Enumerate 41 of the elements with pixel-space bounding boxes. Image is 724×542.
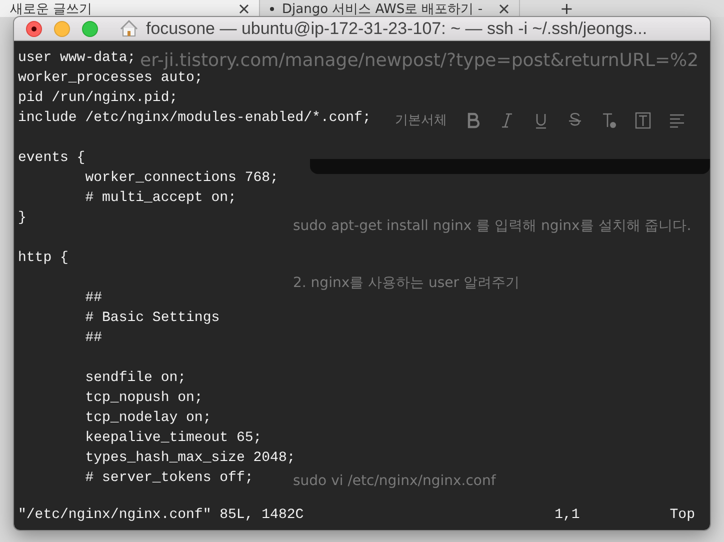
cursor-position: 1,1 bbox=[554, 506, 580, 525]
code-line: events { bbox=[18, 149, 86, 168]
close-icon[interactable] bbox=[239, 4, 249, 14]
code-line: ## bbox=[84, 289, 102, 308]
window-title: focusone — ubuntu@ip-172-31-23-107: ~ — ssh -i ~/.ssh/jeongs... bbox=[146, 18, 648, 38]
zoom-button[interactable] bbox=[82, 20, 98, 36]
status-message: "/etc/nginx/nginx.conf" 85L, 1482C bbox=[18, 506, 305, 525]
code-line: # server_tokens off; bbox=[84, 469, 254, 488]
code-line: # Basic Settings bbox=[84, 309, 220, 328]
code-line: sendfile on; bbox=[84, 369, 186, 388]
close-button[interactable] bbox=[26, 20, 42, 36]
underline-icon[interactable] bbox=[533, 112, 549, 128]
code-line: user www-data; bbox=[18, 49, 136, 68]
strikethrough-icon[interactable] bbox=[567, 112, 583, 128]
code-line: http { bbox=[18, 249, 68, 268]
code-line: include /etc/nginx/modules-enabled/*.conf; bbox=[18, 109, 371, 128]
home-icon bbox=[120, 20, 138, 37]
scroll-position: Top bbox=[670, 506, 695, 525]
text-color-icon[interactable] bbox=[601, 112, 617, 128]
code-line: worker_processes auto; bbox=[18, 70, 203, 88]
italic-icon[interactable] bbox=[499, 112, 515, 128]
paragraph-text: sudo vi /etc/nginx/nginx.conf bbox=[293, 472, 496, 491]
code-line: keepalive_timeout 65; bbox=[84, 429, 262, 448]
font-dropdown[interactable]: 기본서체 bbox=[395, 111, 447, 129]
browser-tab[interactable]: 새로운 글쓰기 bbox=[0, 0, 260, 17]
code-line: types_hash_max_size 2048; bbox=[84, 449, 296, 468]
code-line: } bbox=[18, 209, 26, 228]
code-line: # multi_accept on; bbox=[84, 189, 236, 208]
code-line: ## bbox=[84, 329, 102, 348]
paragraph-text: 2. nginx를 사용하는 user 알려주기 bbox=[293, 274, 520, 293]
text-background-icon[interactable] bbox=[635, 112, 651, 128]
align-icon[interactable] bbox=[669, 112, 685, 128]
code-line: tcp_nopush on; bbox=[84, 389, 203, 408]
dot-icon bbox=[270, 6, 274, 10]
code-line: tcp_nodelay on; bbox=[84, 409, 212, 428]
paragraph-text: sudo apt-get install nginx 를 입력해 nginx를 설치해 줍니다. bbox=[293, 217, 692, 236]
close-icon[interactable] bbox=[499, 4, 509, 14]
code-line: pid /run/nginx.pid; bbox=[18, 89, 178, 108]
bold-icon[interactable] bbox=[465, 112, 481, 128]
code-line: worker_connections 768; bbox=[84, 169, 278, 188]
new-tab-button[interactable]: + bbox=[560, 0, 574, 17]
